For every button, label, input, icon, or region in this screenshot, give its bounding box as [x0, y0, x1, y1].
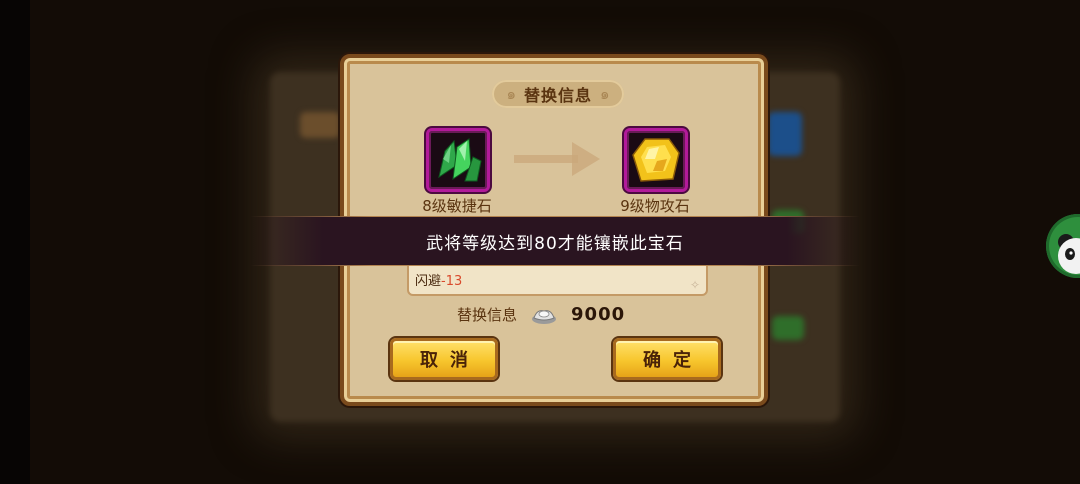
cost-label: 替换信息 [457, 306, 518, 324]
toast-message: 武将等级达到80才能镶嵌此宝石 [426, 233, 684, 254]
title-swirl-left-icon: ๑ [506, 84, 516, 103]
stat-line: 闪避-13 [415, 270, 462, 289]
background-panel-blue-item [768, 112, 802, 156]
screen-edge-bar [0, 0, 30, 484]
new-gem-slot[interactable] [624, 128, 688, 192]
confirm-button[interactable]: 确定 [613, 338, 721, 380]
cancel-button[interactable]: 取消 [390, 338, 498, 380]
current-gem-name: 8级敏捷石 [422, 197, 492, 215]
replace-arrow-icon [514, 142, 600, 176]
toast-bottom-border [250, 265, 860, 266]
background-panel-tab [300, 112, 340, 138]
dialog-title: 替换信息 [523, 86, 592, 105]
stat-label: 闪避 [415, 274, 442, 289]
title-swirl-right-icon: ๑ [600, 84, 610, 103]
level-requirement-toast: 武将等级达到80才能镶嵌此宝石 [250, 216, 860, 266]
dialog-title-plate: ๑ 替换信息 ๑ [492, 80, 624, 108]
panda-avatar-button[interactable] [1046, 214, 1080, 278]
cost-amount: 9000 [571, 304, 626, 325]
green-crystal-gem-icon [438, 138, 482, 182]
background-panel-green-item [772, 316, 804, 340]
new-gem-name: 9级物攻石 [620, 197, 690, 215]
yellow-topaz-gem-icon [632, 138, 680, 182]
stat-value: -13 [441, 274, 463, 289]
panda-avatar-icon [1058, 234, 1080, 274]
box-corner-ornament-icon: ✧ [689, 278, 700, 292]
toast-top-border [250, 216, 860, 217]
current-gem-slot[interactable] [426, 128, 490, 192]
silver-ingot-icon [532, 309, 557, 324]
cost-row: 替换信息 9000 [457, 304, 625, 325]
